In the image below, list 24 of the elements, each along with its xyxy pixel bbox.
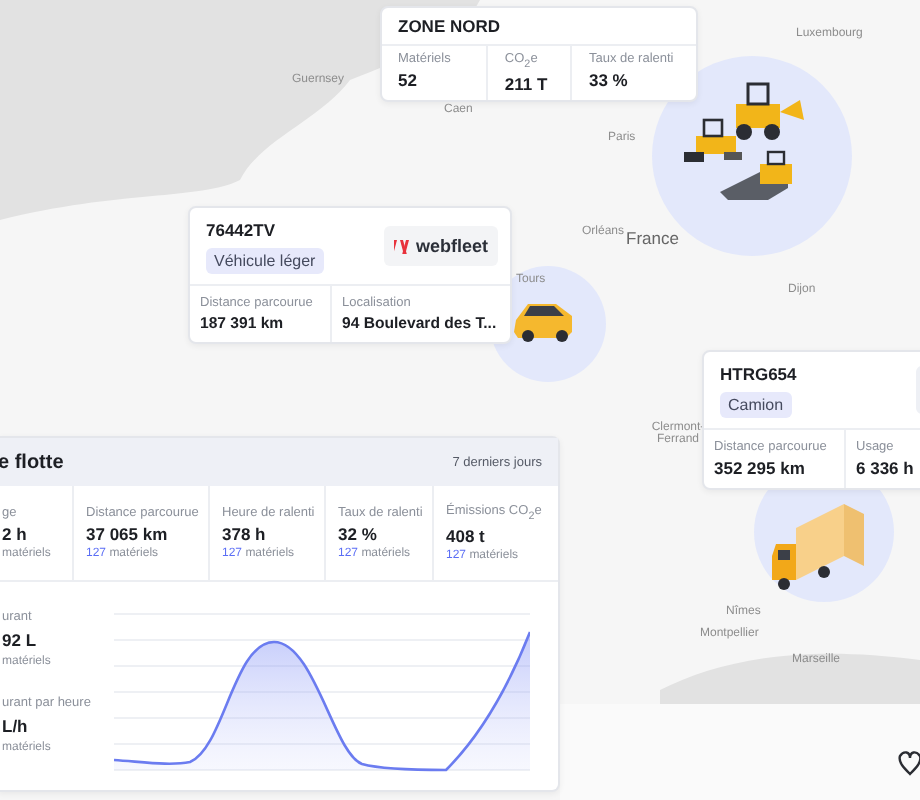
- metric-value: 352 295 km: [714, 458, 807, 478]
- stat-value: L/h: [2, 716, 30, 736]
- vehicle-plate: 76442TV: [206, 219, 277, 239]
- truck-drawing: [772, 504, 864, 590]
- metric-value: 32 %: [338, 524, 379, 544]
- car-drawing: [514, 304, 572, 342]
- metric-value: 6 336 h: [856, 458, 914, 478]
- webfleet-logo-text: webfleet: [415, 236, 488, 256]
- metric-value: 408 t: [446, 526, 487, 547]
- country-label: France: [626, 228, 679, 248]
- vehicle-type-tag: Camion: [720, 391, 792, 417]
- vehicle-type-tag: Véhicule léger: [206, 247, 324, 273]
- metric-value: 33 %: [588, 70, 630, 90]
- metric-value: 378 h: [222, 524, 268, 544]
- stripes-icon: [393, 239, 412, 253]
- metric-value: 2 h: [2, 524, 29, 544]
- metric-value: 37 065 km: [86, 524, 170, 544]
- stat-value: 92 L: [2, 630, 39, 650]
- metric-value: 52: [398, 70, 419, 90]
- vehicle-plate: HTRG654: [720, 363, 797, 383]
- construction-machines-drawing: [684, 82, 804, 200]
- heart-icon: [898, 751, 920, 776]
- metric-value: 211 T: [504, 74, 550, 95]
- zone-title: ZONE NORD: [398, 16, 502, 36]
